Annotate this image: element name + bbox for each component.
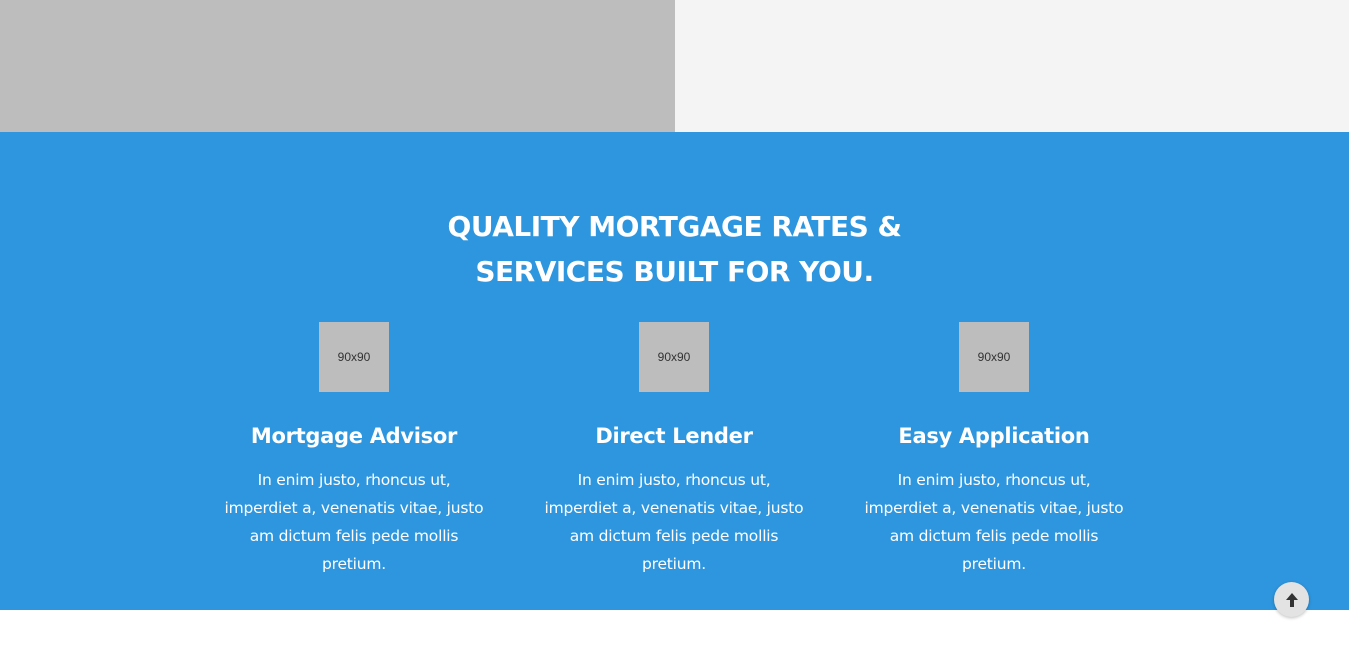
feature-description: In enim justo, rhoncus ut, imperdiet a, … <box>864 471 1124 573</box>
feature-image-label: 90x90 <box>977 350 1011 364</box>
feature-image-label: 90x90 <box>337 350 371 364</box>
feature-image-label: 90x90 <box>657 350 691 364</box>
services-heading-line1: QUALITY MORTGAGE RATES & <box>447 210 902 243</box>
feature-title: Mortgage Advisor <box>250 424 458 448</box>
top-right-panel <box>675 0 1349 132</box>
feature-description: In enim justo, rhoncus ut, imperdiet a, … <box>544 471 804 573</box>
feature-title: Easy Application <box>898 424 1090 448</box>
services-section: QUALITY MORTGAGE RATES & SERVICES BUILT … <box>0 132 1349 610</box>
top-left-image-placeholder <box>0 0 675 132</box>
feature-easy-application: 90x90 Easy Application In enim justo, rh… <box>854 322 1134 578</box>
feature-description: In enim justo, rhoncus ut, imperdiet a, … <box>224 471 484 573</box>
scroll-to-top-button[interactable] <box>1274 582 1309 617</box>
feature-direct-lender: 90x90 Direct Lender In enim justo, rhonc… <box>534 322 814 578</box>
top-image-strip <box>0 0 1349 132</box>
services-heading-line2: SERVICES BUILT FOR YOU. <box>475 255 874 288</box>
feature-image-placeholder: 90x90 <box>319 322 389 392</box>
feature-title: Direct Lender <box>595 424 753 448</box>
feature-image-placeholder: 90x90 <box>639 322 709 392</box>
feature-mortgage-advisor: 90x90 Mortgage Advisor In enim justo, rh… <box>214 322 494 578</box>
arrow-up-icon <box>1285 592 1298 607</box>
feature-image-placeholder: 90x90 <box>959 322 1029 392</box>
services-heading: QUALITY MORTGAGE RATES & SERVICES BUILT … <box>0 204 1349 294</box>
